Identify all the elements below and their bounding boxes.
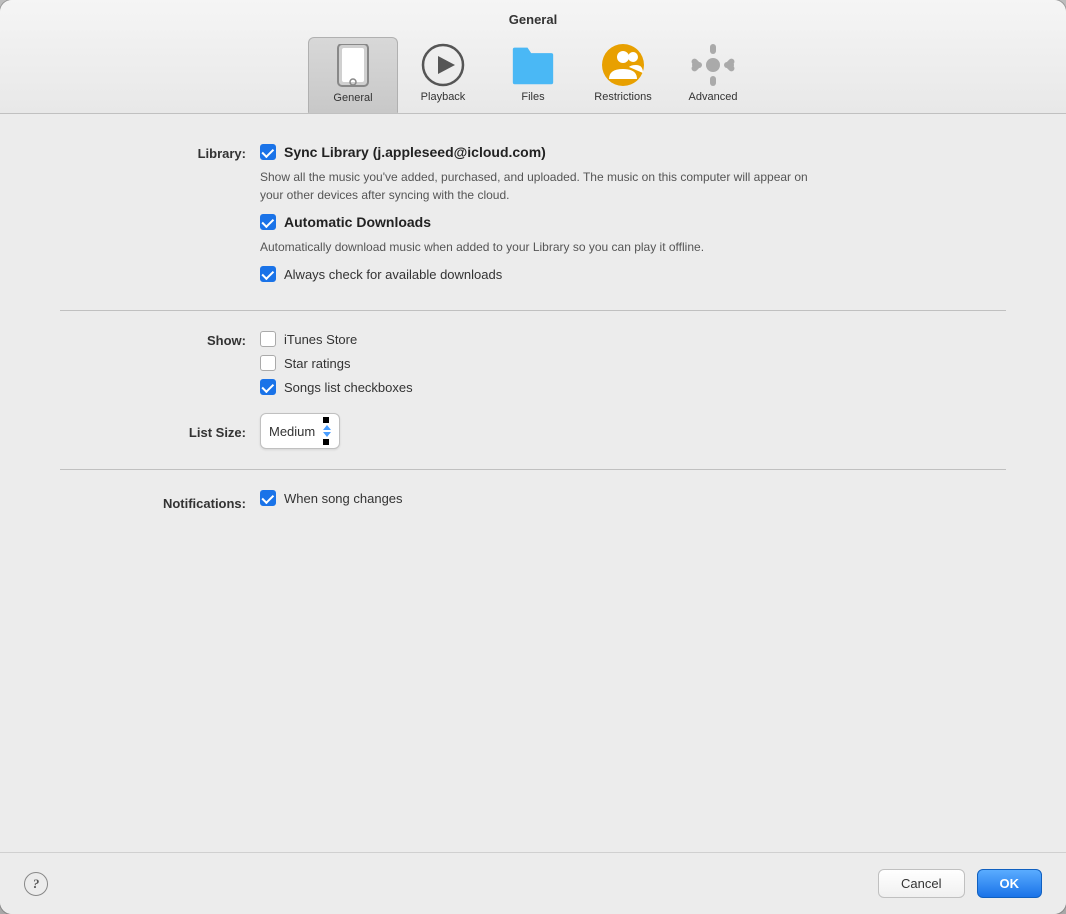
arrow-up-icon bbox=[323, 425, 331, 430]
when-song-changes-row: When song changes bbox=[260, 490, 1006, 506]
divider-1 bbox=[60, 310, 1006, 311]
title-bar: General General bbox=[0, 0, 1066, 114]
auto-download-description: Automatically download music when added … bbox=[260, 238, 830, 256]
star-ratings-label: Star ratings bbox=[284, 356, 350, 371]
songs-list-checkbox[interactable] bbox=[260, 379, 276, 395]
library-section: Library: Sync Library (j.appleseed@iclou… bbox=[60, 144, 1006, 290]
tab-advanced-label: Advanced bbox=[689, 91, 738, 103]
help-button[interactable]: ? bbox=[24, 872, 48, 896]
notifications-content: When song changes bbox=[260, 490, 1006, 514]
auto-downloads-row: Automatic Downloads bbox=[260, 214, 1006, 230]
tab-playback[interactable]: Playback bbox=[398, 37, 488, 113]
songs-list-label: Songs list checkboxes bbox=[284, 380, 413, 395]
songs-list-row: Songs list checkboxes bbox=[260, 379, 1006, 395]
toolbar: General Playback File bbox=[16, 37, 1050, 113]
select-arrows bbox=[323, 417, 331, 445]
show-row: Show: iTunes Store Star ratings Songs li… bbox=[60, 331, 1006, 403]
sync-description: Show all the music you've added, purchas… bbox=[260, 168, 830, 204]
when-song-changes-checkbox[interactable] bbox=[260, 490, 276, 506]
divider-2 bbox=[60, 469, 1006, 470]
auto-downloads-label: Automatic Downloads bbox=[284, 214, 431, 230]
list-size-row: List Size: Medium bbox=[60, 413, 1006, 449]
playback-icon bbox=[421, 43, 465, 87]
auto-downloads-checkbox[interactable] bbox=[260, 214, 276, 230]
always-check-row: Always check for available downloads bbox=[260, 266, 1006, 282]
tab-files[interactable]: Files bbox=[488, 37, 578, 113]
library-content: Sync Library (j.appleseed@icloud.com) Sh… bbox=[260, 144, 1006, 290]
list-size-select[interactable]: Medium bbox=[260, 413, 340, 449]
window-title: General bbox=[16, 12, 1050, 27]
always-check-label: Always check for available downloads bbox=[284, 267, 502, 282]
content-area: Library: Sync Library (j.appleseed@iclou… bbox=[0, 114, 1066, 852]
itunes-store-checkbox[interactable] bbox=[260, 331, 276, 347]
sync-library-row: Sync Library (j.appleseed@icloud.com) bbox=[260, 144, 1006, 160]
general-icon bbox=[331, 44, 375, 88]
restrictions-icon bbox=[601, 43, 645, 87]
library-label: Library: bbox=[60, 144, 260, 161]
list-size-label: List Size: bbox=[60, 423, 260, 440]
sync-library-checkbox[interactable] bbox=[260, 144, 276, 160]
star-ratings-checkbox[interactable] bbox=[260, 355, 276, 371]
tab-general[interactable]: General bbox=[308, 37, 398, 113]
always-check-checkbox[interactable] bbox=[260, 266, 276, 282]
preferences-window: General General bbox=[0, 0, 1066, 914]
star-ratings-row: Star ratings bbox=[260, 355, 1006, 371]
show-content: iTunes Store Star ratings Songs list che… bbox=[260, 331, 1006, 403]
advanced-icon bbox=[691, 43, 735, 87]
tab-restrictions[interactable]: Restrictions bbox=[578, 37, 668, 113]
itunes-store-label: iTunes Store bbox=[284, 332, 357, 347]
files-icon bbox=[511, 43, 555, 87]
list-size-content: Medium bbox=[260, 413, 1006, 449]
show-label: Show: bbox=[60, 331, 260, 348]
when-song-changes-label: When song changes bbox=[284, 491, 403, 506]
tab-restrictions-label: Restrictions bbox=[594, 91, 651, 103]
notifications-row: Notifications: When song changes bbox=[60, 490, 1006, 514]
notifications-label: Notifications: bbox=[60, 494, 260, 511]
itunes-store-row: iTunes Store bbox=[260, 331, 1006, 347]
list-size-value: Medium bbox=[269, 424, 315, 439]
sync-library-label: Sync Library (j.appleseed@icloud.com) bbox=[284, 144, 546, 160]
footer: ? Cancel OK bbox=[0, 852, 1066, 914]
notifications-section: Notifications: When song changes bbox=[60, 490, 1006, 514]
tab-files-label: Files bbox=[521, 91, 544, 103]
show-section: Show: iTunes Store Star ratings Songs li… bbox=[60, 331, 1006, 449]
arrow-down-icon bbox=[323, 432, 331, 437]
tab-general-label: General bbox=[333, 92, 372, 104]
tab-playback-label: Playback bbox=[421, 91, 466, 103]
cancel-button[interactable]: Cancel bbox=[878, 869, 964, 898]
footer-buttons: Cancel OK bbox=[878, 869, 1042, 898]
tab-advanced[interactable]: Advanced bbox=[668, 37, 758, 113]
ok-button[interactable]: OK bbox=[977, 869, 1043, 898]
library-row: Library: Sync Library (j.appleseed@iclou… bbox=[60, 144, 1006, 290]
